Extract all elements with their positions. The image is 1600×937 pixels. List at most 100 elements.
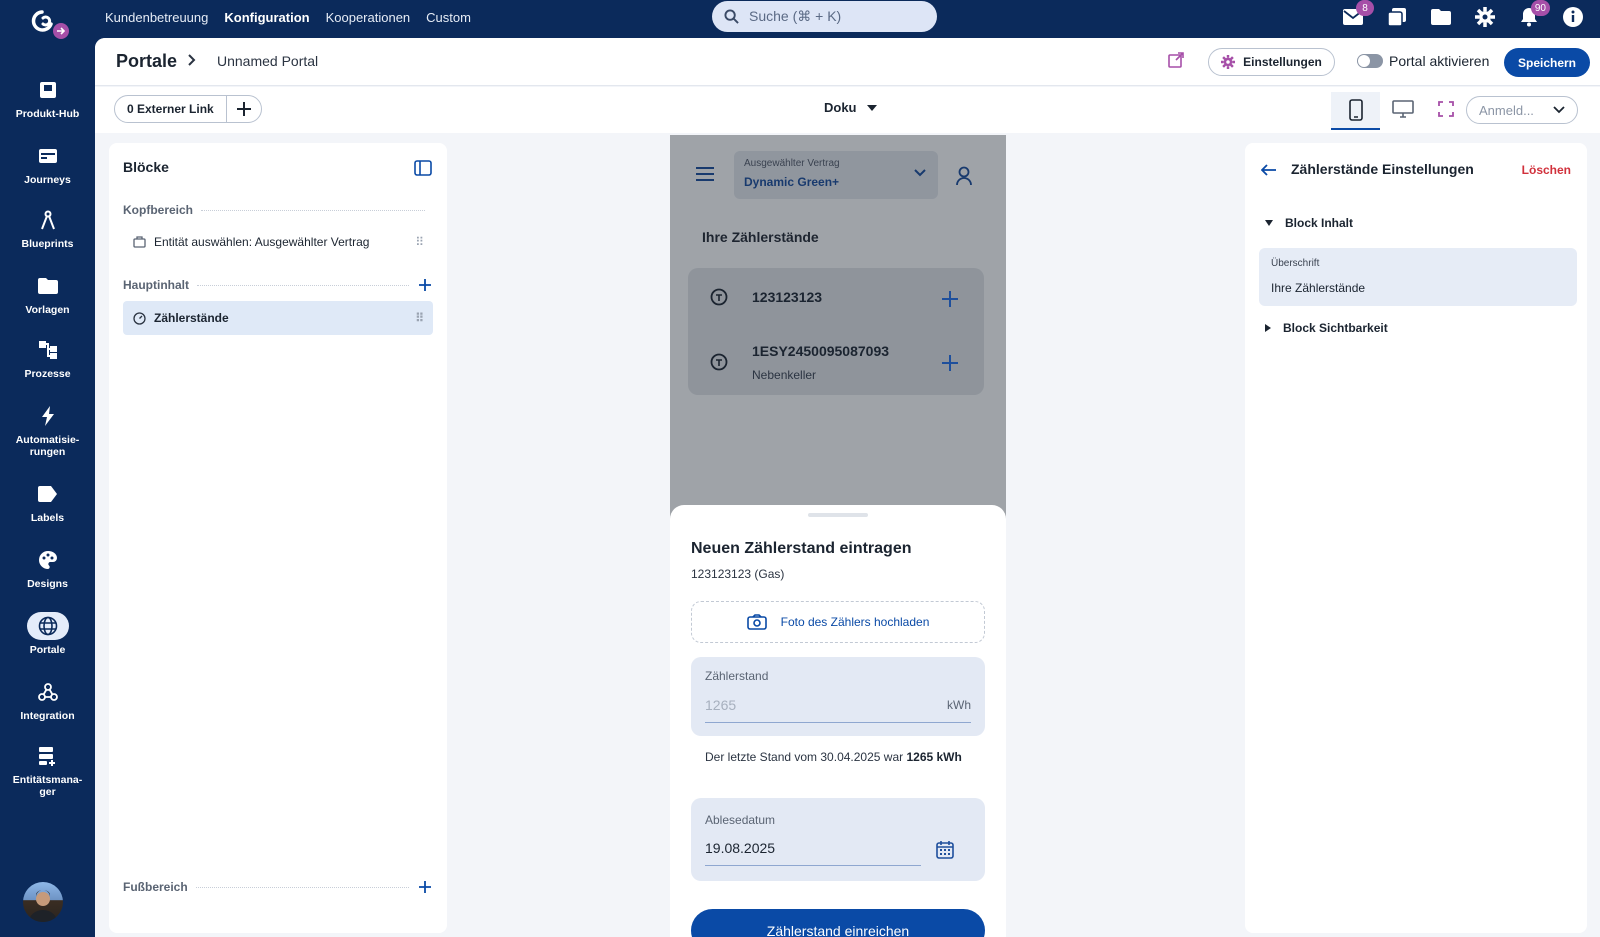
topnav-kooperationen[interactable]: Kooperationen [326, 10, 411, 25]
plus-icon [942, 291, 958, 307]
section-label: Fußbereich [123, 880, 188, 894]
reading-field[interactable]: Zählerstand 1265 kWh [691, 657, 985, 736]
portal-activate-label: Portal aktivieren [1389, 53, 1490, 69]
folder-icon [27, 272, 69, 300]
add-footer-block-button[interactable] [417, 881, 433, 893]
topnav-konfiguration[interactable]: Konfiguration [224, 10, 309, 25]
app-logo[interactable] [28, 6, 72, 40]
date-input-underline [705, 865, 921, 866]
add-link-button[interactable] [227, 96, 261, 122]
upload-photo-label: Foto des Zählers hochladen [780, 615, 930, 629]
section-label: Hauptinhalt [123, 278, 189, 292]
sheet-grab-handle[interactable] [808, 513, 868, 517]
info-icon[interactable] [1560, 4, 1586, 30]
chevron-down-icon [1553, 106, 1565, 114]
external-link-button[interactable]: 0 Externer Link [115, 96, 227, 122]
add-reading-button[interactable] [942, 291, 958, 307]
upload-photo-button[interactable]: Foto des Zählers hochladen [691, 601, 985, 643]
breadcrumb-root[interactable]: Portale [116, 51, 177, 72]
add-reading-button[interactable] [942, 355, 958, 371]
sidebar-item-portale[interactable]: Portale [0, 612, 95, 656]
sidebar-item-designs[interactable]: Designs [0, 546, 95, 590]
open-external-icon[interactable] [1168, 52, 1184, 68]
sidebar-item-produkt-hub[interactable]: Produkt-Hub [0, 76, 95, 120]
delete-block-button[interactable]: Löschen [1522, 163, 1571, 177]
contract-select-value: Dynamic Green+ [744, 175, 840, 189]
login-state-select[interactable]: Anmeld... [1466, 96, 1578, 124]
journeys-icon [27, 142, 69, 170]
copy-icon[interactable] [1384, 4, 1410, 30]
plus-icon [419, 881, 431, 893]
block-label: Entität auswählen: Ausgewählter Vertrag [154, 235, 370, 249]
chevron-down-icon [914, 169, 926, 177]
bell-icon[interactable]: 90 [1516, 0, 1550, 30]
meter-note: Nebenkeller [752, 368, 817, 382]
globe-icon [26, 612, 69, 640]
reading-input[interactable]: 1265 [705, 697, 736, 713]
calendar-icon[interactable] [936, 841, 954, 859]
submit-reading-button[interactable]: Zählerstand einreichen [691, 909, 985, 937]
meter-icon [710, 353, 728, 371]
sidebar-item-integration[interactable]: Integration [0, 678, 95, 722]
topnav-custom[interactable]: Custom [426, 10, 471, 25]
back-arrow-icon[interactable] [1261, 164, 1277, 176]
section-divider [201, 209, 425, 211]
blocks-panel: Blöcke Kopfbereich Entität auswählen: Au… [109, 143, 447, 933]
block-item-entity-select[interactable]: Entität auswählen: Ausgewählter Vertrag … [123, 225, 433, 259]
topnav-kundenbetreuung[interactable]: Kundenbetreuung [105, 10, 208, 25]
search-input[interactable]: Suche (⌘ + K) [712, 1, 937, 32]
accordion-block-inhalt[interactable]: Block Inhalt [1265, 216, 1353, 230]
add-block-button[interactable] [417, 279, 433, 291]
heading-field-value[interactable]: Ihre Zählerstände [1271, 281, 1365, 295]
login-state-placeholder: Anmeld... [1479, 102, 1534, 118]
sidebar-item-automatisierungen[interactable]: Automatisie-rungen [0, 402, 95, 458]
sidebar-item-label: Journeys [24, 174, 71, 186]
sidebar-item-prozesse[interactable]: Prozesse [0, 336, 95, 380]
save-button[interactable]: Speichern [1504, 48, 1590, 77]
sidebar-item-label: Vorlagen [25, 304, 70, 316]
settings-button-label: Einstellungen [1243, 55, 1322, 69]
sheet-subtitle: 123123123 (Gas) [691, 567, 785, 581]
meter-row[interactable]: 123123123 [688, 268, 984, 324]
sidebar-item-labels[interactable]: Labels [0, 480, 95, 524]
user-icon[interactable] [956, 166, 972, 186]
section-kopfbereich: Kopfbereich [123, 202, 433, 218]
date-field[interactable]: Ablesedatum 19.08.2025 [691, 798, 985, 881]
mail-icon[interactable]: 8 [1340, 0, 1374, 30]
avatar[interactable] [23, 882, 63, 922]
block-item-zaehlerstaende[interactable]: Zählerstände ⠿ [123, 301, 433, 335]
sidebar-item-entitaetsmanager[interactable]: Entitätsmana-ger [0, 742, 95, 798]
view-desktop-button[interactable] [1392, 100, 1414, 118]
folder-icon[interactable] [1428, 4, 1454, 30]
breadcrumb-page[interactable]: Unnamed Portal [217, 53, 318, 69]
last-reading-value: 1265 kWh [906, 750, 962, 764]
sidebar-item-blueprints[interactable]: Blueprints [0, 206, 95, 250]
sidebar-item-journeys[interactable]: Journeys [0, 142, 95, 186]
sidebar-item-label: Portale [29, 644, 66, 656]
reading-field-label: Zählerstand [705, 669, 769, 683]
settings-button[interactable]: Einstellungen [1208, 48, 1335, 76]
drag-handle-icon[interactable]: ⠿ [415, 235, 424, 249]
sidebar-item-vorlagen[interactable]: Vorlagen [0, 272, 95, 316]
chevron-right-icon [188, 54, 196, 66]
contract-select[interactable]: Ausgewählter Vertrag Dynamic Green+ [734, 151, 938, 199]
hamburger-menu-icon[interactable] [696, 167, 714, 181]
accordion-block-sichtbarkeit[interactable]: Block Sichtbarkeit [1265, 321, 1388, 335]
meter-row[interactable]: 1ESY2450095087093 Nebenkeller [688, 328, 984, 384]
panel-toggle-icon[interactable] [414, 160, 432, 176]
drag-handle-icon[interactable]: ⠿ [415, 311, 424, 325]
page-select[interactable]: Doku [824, 100, 877, 115]
view-mobile-button[interactable] [1331, 92, 1380, 130]
last-reading-hint: Der letzte Stand vom 30.04.2025 war 1265… [705, 748, 965, 766]
portal-activate-toggle[interactable] [1357, 54, 1383, 68]
entity-select-icon [133, 236, 146, 248]
date-input[interactable]: 19.08.2025 [705, 840, 775, 856]
section-divider [197, 284, 409, 286]
gear-icon[interactable] [1472, 4, 1498, 30]
settings-panel-title: Zählerstände Einstellungen [1291, 161, 1474, 177]
fullscreen-button[interactable] [1438, 101, 1454, 117]
sidebar-item-label: Prozesse [24, 368, 71, 380]
heading-field[interactable]: Überschrift Ihre Zählerstände [1259, 248, 1577, 306]
caret-down-icon [866, 104, 877, 111]
meter-icon [710, 288, 728, 306]
